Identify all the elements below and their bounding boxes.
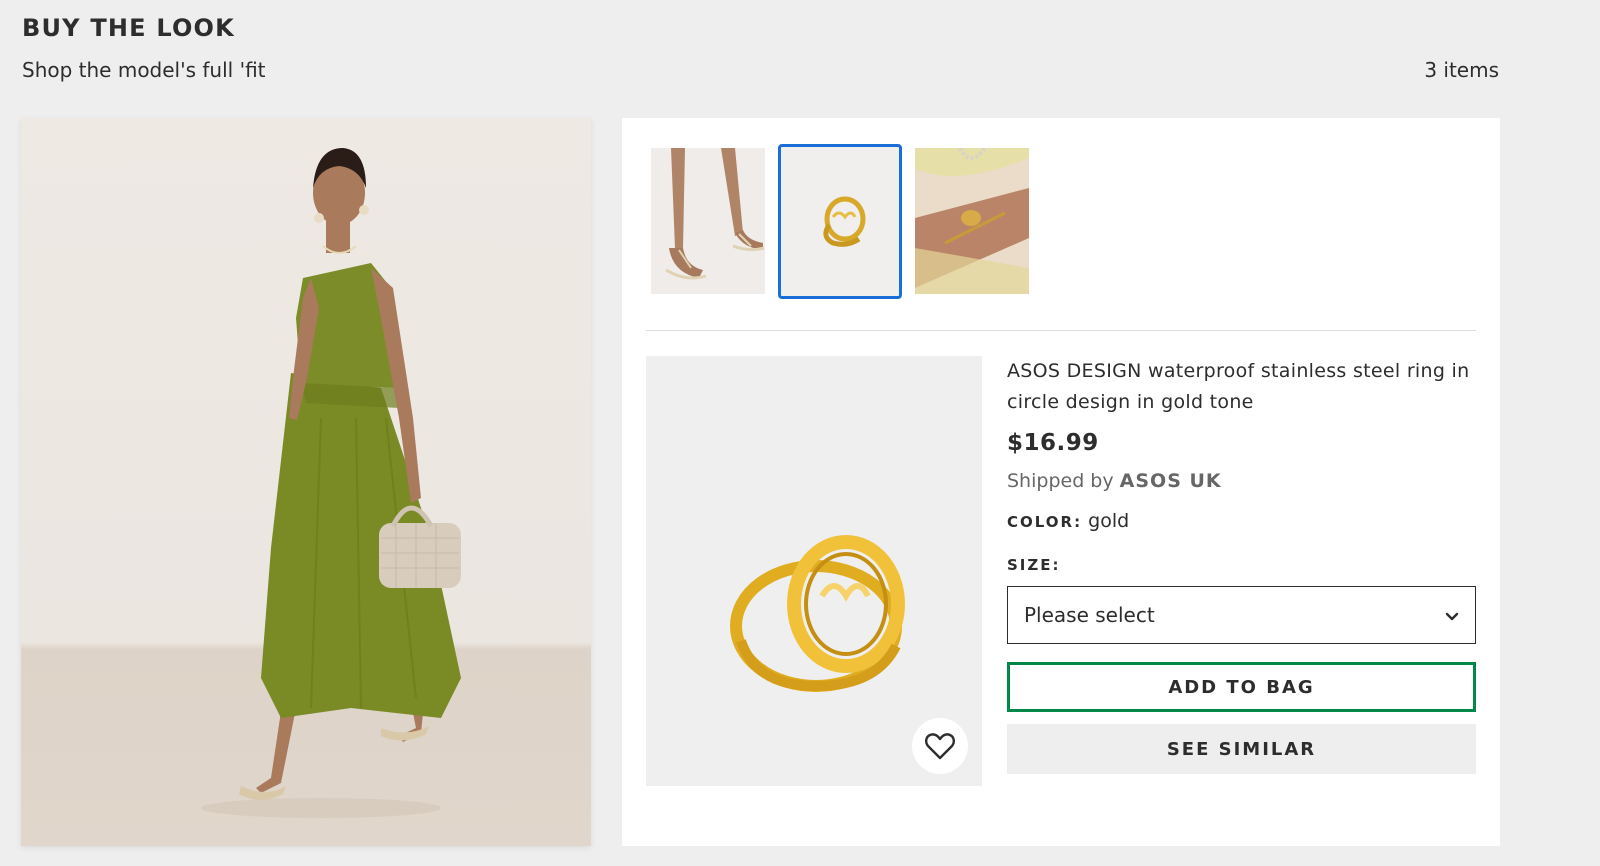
thumbnail-sandals[interactable]	[651, 148, 765, 294]
product-details: ASOS DESIGN waterproof stainless steel r…	[1007, 356, 1476, 774]
size-dropdown[interactable]: Please select	[1007, 586, 1476, 644]
thumbnail-ring[interactable]	[778, 144, 902, 299]
product-price: $16.99	[1007, 430, 1099, 456]
shipped-by: Shipped by ASOS UK	[1007, 470, 1476, 492]
product-panel: ASOS DESIGN waterproof stainless steel r…	[622, 118, 1500, 846]
color-value: gold	[1088, 510, 1130, 532]
color-label: COLOR:	[1007, 513, 1083, 531]
items-count: 3 items	[1424, 58, 1499, 82]
size-dropdown-value: Please select	[1024, 603, 1155, 627]
size-label: SIZE:	[1007, 556, 1061, 574]
buy-the-look-page: BUY THE LOOK Shop the model's full 'fit …	[0, 0, 1600, 866]
divider	[646, 330, 1476, 331]
heart-icon	[925, 732, 955, 760]
color-row: COLOR: gold	[1007, 510, 1476, 532]
save-for-later-button[interactable]	[912, 718, 968, 774]
model-outfit-image	[21, 118, 591, 846]
shipped-by-prefix: Shipped by	[1007, 470, 1114, 492]
product-main-image	[646, 356, 982, 786]
thumbnail-bracelet[interactable]	[915, 148, 1029, 294]
seller-name: ASOS UK	[1119, 470, 1222, 492]
page-title: BUY THE LOOK	[22, 14, 235, 42]
product-name[interactable]: ASOS DESIGN waterproof stainless steel r…	[1007, 356, 1476, 418]
chevron-down-icon	[1445, 603, 1459, 627]
page-subtitle: Shop the model's full 'fit	[22, 58, 266, 82]
see-similar-button[interactable]: SEE SIMILAR	[1007, 724, 1476, 774]
add-to-bag-button[interactable]: ADD TO BAG	[1007, 662, 1476, 712]
